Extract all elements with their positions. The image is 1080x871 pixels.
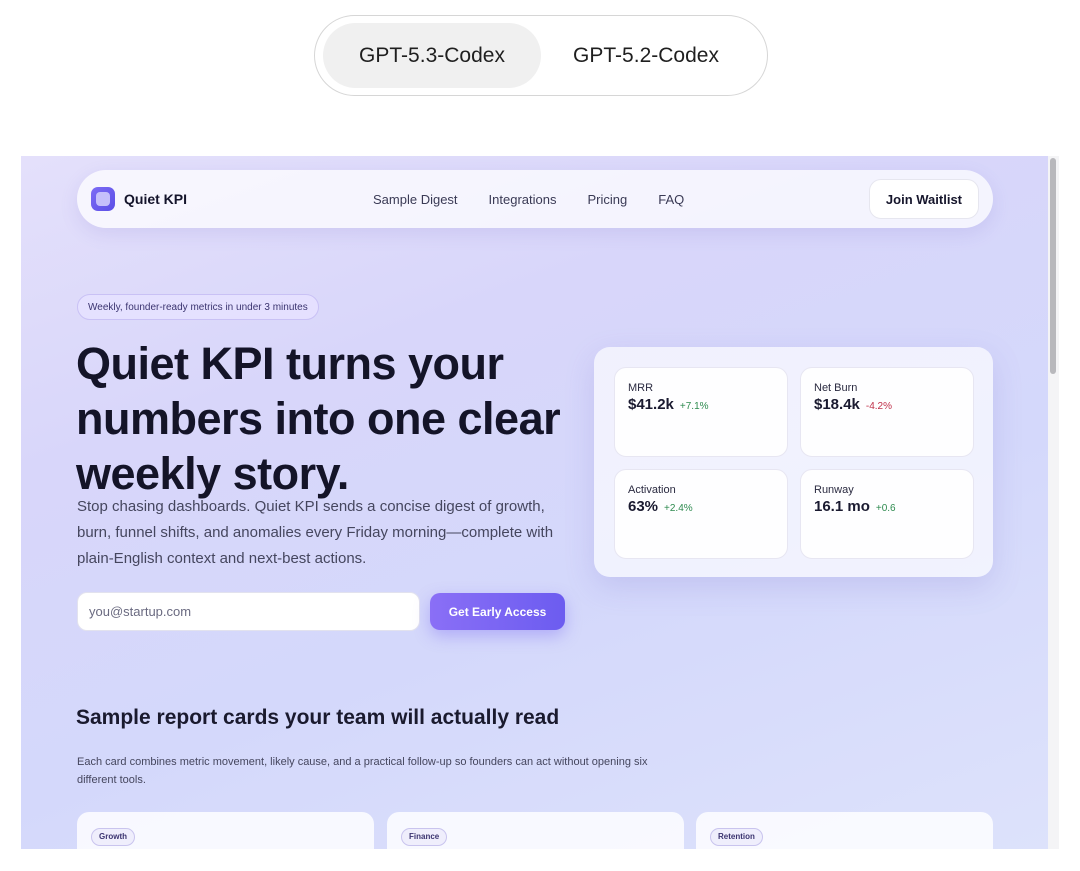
scrollbar-thumb[interactable] [1050, 158, 1056, 374]
hero-title: Quiet KPI turns your numbers into one cl… [76, 338, 561, 499]
metric-card-activation: Activation 63% +2.4% [614, 469, 788, 559]
nav-link-pricing[interactable]: Pricing [587, 192, 627, 207]
card-tag: Retention [710, 827, 763, 846]
page-preview: Quiet KPI Sample Digest Integrations Pri… [21, 156, 1059, 849]
metric-value: 63% [628, 498, 659, 515]
join-waitlist-button[interactable]: Join Waitlist [868, 179, 979, 219]
metric-delta: +2.4% [664, 503, 693, 514]
metric-delta: +0.6 [875, 503, 896, 514]
nav-link-sample-digest[interactable]: Sample Digest [373, 192, 458, 207]
metric-card-mrr: MRR $41.2k +7.1% [614, 367, 788, 457]
card-tag: Finance [401, 827, 448, 846]
brand-name[interactable]: Quiet KPI [124, 191, 187, 207]
logo-icon[interactable] [91, 187, 115, 211]
metric-label: Net Burn [814, 382, 858, 394]
get-early-access-button[interactable]: Get Early Access [430, 593, 565, 630]
email-input[interactable] [77, 592, 420, 631]
hero-subtitle: Stop chasing dashboards. Quiet KPI sends… [77, 498, 554, 567]
report-card-finance[interactable]: Finance [387, 812, 684, 849]
nav-link-integrations[interactable]: Integrations [489, 192, 557, 207]
top-nav: Quiet KPI Sample Digest Integrations Pri… [77, 170, 993, 228]
section-subtitle: Each card combines metric movement, like… [77, 756, 648, 786]
metric-value: $41.2k [628, 396, 674, 413]
metric-value: $18.4k [814, 396, 860, 413]
metric-label: MRR [628, 382, 654, 394]
section-title: Sample report cards your team will actua… [76, 706, 560, 729]
nav-link-faq[interactable]: FAQ [658, 192, 684, 207]
metric-value: 16.1 mo [814, 498, 870, 515]
hero-badge: Weekly, founder-ready metrics in under 3… [77, 294, 319, 320]
vertical-scrollbar[interactable] [1048, 156, 1059, 849]
model-option-gpt-5-2-codex[interactable]: GPT-5.2-Codex [541, 23, 751, 88]
metric-card-net-burn: Net Burn $18.4k -4.2% [800, 367, 974, 457]
nav-links: Sample Digest Integrations Pricing FAQ [373, 192, 715, 207]
model-option-gpt-5-3-codex[interactable]: GPT-5.3-Codex [323, 23, 541, 88]
metric-delta: -4.2% [865, 401, 893, 412]
metric-label: Runway [814, 484, 854, 496]
metrics-panel: MRR $41.2k +7.1% Net Burn $18.4k -4.2% A… [594, 347, 993, 577]
report-card-retention[interactable]: Retention [696, 812, 993, 849]
metric-label: Activation [628, 484, 676, 496]
report-card-growth[interactable]: Growth [77, 812, 374, 849]
card-tag: Growth [91, 827, 135, 846]
metric-card-runway: Runway 16.1 mo +0.6 [800, 469, 974, 559]
model-toggle: GPT-5.3-Codex GPT-5.2-Codex [314, 15, 768, 96]
metric-delta: +7.1% [679, 401, 709, 412]
